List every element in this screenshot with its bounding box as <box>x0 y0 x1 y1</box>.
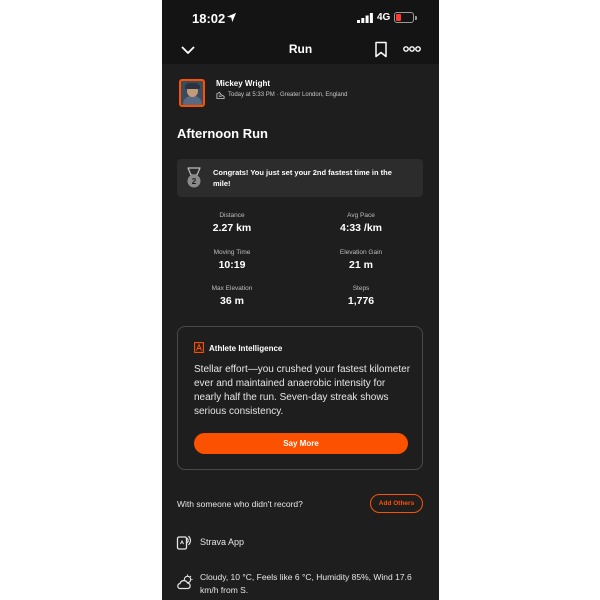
phone-screen: 18:02 4G Run Mickey Wright Today at 5:33… <box>162 0 439 600</box>
activity-title: Afternoon Run <box>177 126 268 141</box>
weather-text: Cloudy, 10 °C, Feels like 6 °C, Humidity… <box>200 572 412 595</box>
athlete-intelligence-card: Athlete Intelligence Stellar effort—you … <box>177 326 423 470</box>
stat-value: 21 m <box>349 259 373 271</box>
shoe-icon <box>216 91 225 100</box>
stat-label: Max Elevation <box>211 285 253 292</box>
stat-label: Moving Time <box>213 249 251 256</box>
signal-icon <box>357 13 373 23</box>
achievement-banner[interactable]: 2 Congrats! You just set your 2nd fastes… <box>177 159 423 197</box>
stat-moving-time: Moving Time 10:19 <box>172 249 292 271</box>
nav-bar: Run <box>162 36 439 64</box>
battery-icon <box>394 12 417 23</box>
stat-label: Avg Pace <box>347 212 375 219</box>
athlete-intelligence-text: Stellar effort—you crushed your fastest … <box>194 364 411 417</box>
stat-steps: Steps 1,776 <box>301 285 421 307</box>
stat-elevation-gain: Elevation Gain 21 m <box>301 249 421 271</box>
weather-icon <box>177 574 193 590</box>
achievement-text: Congrats! You just set your 2nd fastest … <box>213 168 392 188</box>
stat-value: 2.27 km <box>212 222 252 234</box>
add-others-button[interactable]: Add Others <box>370 494 423 513</box>
svg-text:2: 2 <box>192 177 197 186</box>
location-arrow-icon <box>226 12 237 23</box>
device-icon <box>176 535 192 550</box>
with-others-prompt: With someone who didn't record? <box>177 499 303 509</box>
athlete-name[interactable]: Mickey Wright <box>216 79 270 88</box>
stat-label: Elevation Gain <box>339 249 383 256</box>
network-type: 4G <box>377 12 391 23</box>
athlete-intelligence-title: Athlete Intelligence <box>209 344 283 353</box>
page-title: Run <box>288 42 313 56</box>
device-name: Strava App <box>200 537 245 547</box>
stat-value: 1,776 <box>347 295 375 307</box>
activity-meta: Today at 5:33 PM · Greater London, Engla… <box>228 92 348 98</box>
stat-value: 4:33 /km <box>339 222 383 234</box>
stat-avg-pace: Avg Pace 4:33 /km <box>301 212 421 234</box>
stat-label: Distance <box>219 212 245 219</box>
stat-max-elevation: Max Elevation 36 m <box>172 285 292 307</box>
status-bar: 18:02 4G <box>162 0 439 36</box>
athlete-intelligence-icon <box>194 342 204 353</box>
more-icon[interactable] <box>403 44 421 54</box>
stat-label: Steps <box>352 285 370 292</box>
stat-value: 36 m <box>220 295 244 307</box>
avatar[interactable] <box>179 79 205 107</box>
stat-distance: Distance 2.27 km <box>172 212 292 234</box>
status-time: 18:02 <box>192 11 226 26</box>
stat-value: 10:19 <box>218 259 246 271</box>
medal-icon: 2 <box>187 167 201 188</box>
bookmark-icon[interactable] <box>374 41 388 58</box>
say-more-button[interactable]: Say More <box>194 433 408 454</box>
